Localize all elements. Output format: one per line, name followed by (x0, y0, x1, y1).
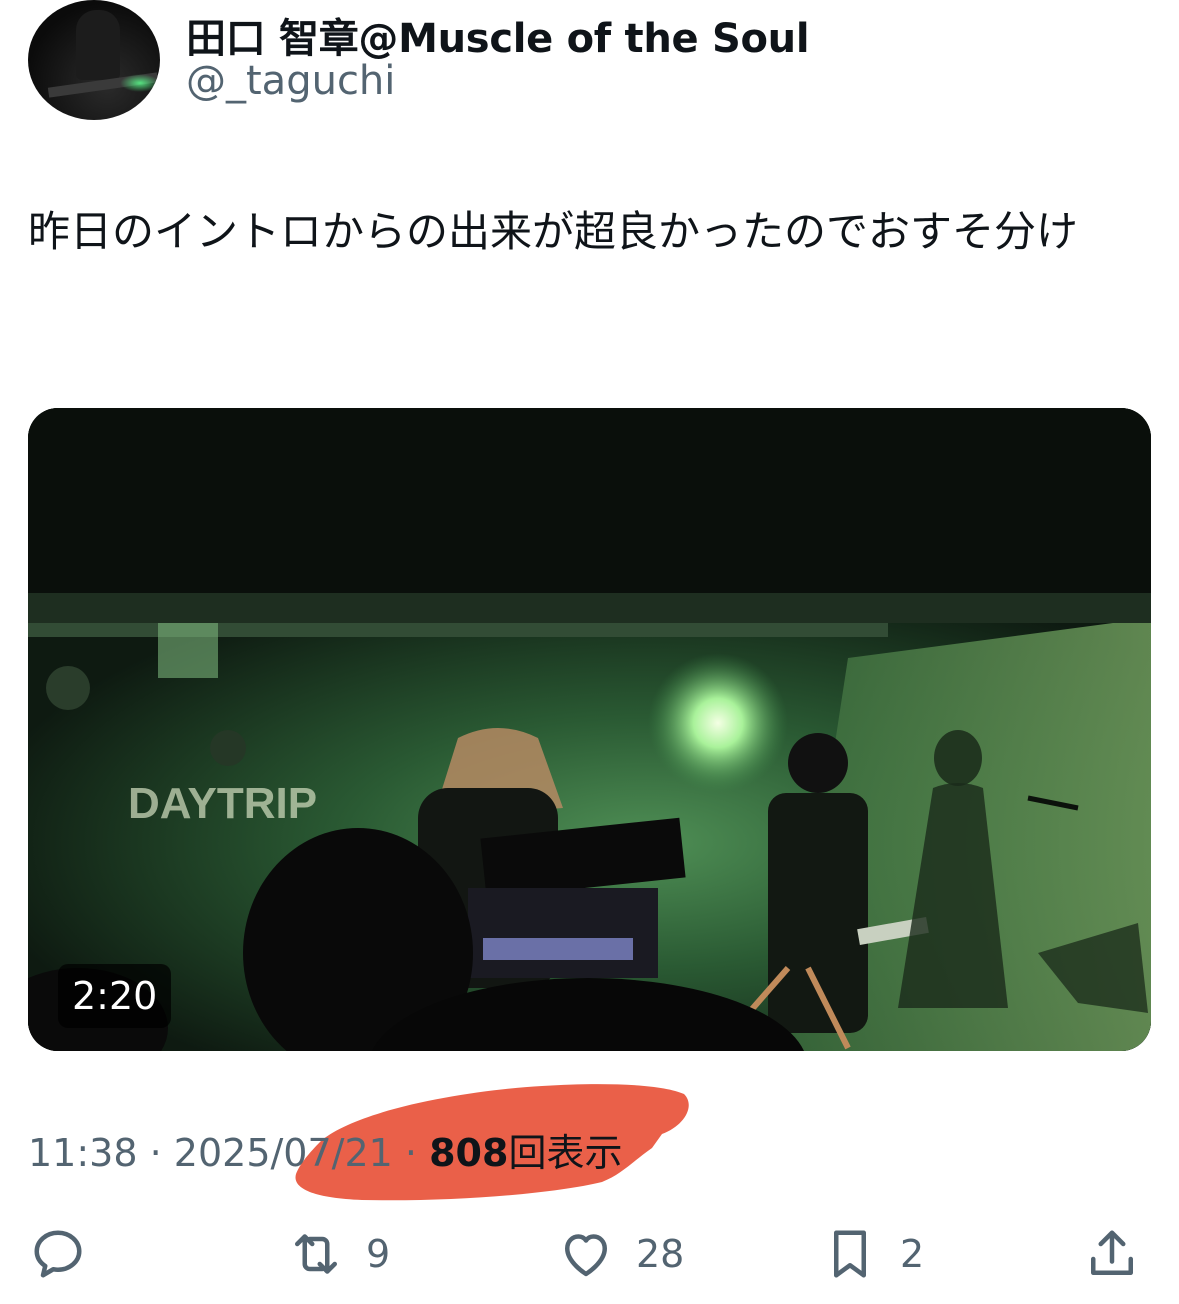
venue-sign: DAYTRIP (128, 779, 317, 828)
bookmark-button[interactable]: 2 (820, 1224, 924, 1284)
action-bar: 9 28 2 (0, 1210, 1179, 1300)
like-count: 28 (636, 1232, 685, 1276)
like-button[interactable]: 28 (556, 1224, 684, 1284)
tweet-meta: 11:38 · 2025/07/21 · 808回表示 (28, 1122, 622, 1177)
tweet-time: 11:38 (28, 1131, 138, 1175)
reply-button[interactable] (28, 1224, 88, 1284)
bookmark-count: 2 (900, 1232, 925, 1276)
retweet-button[interactable]: 9 (286, 1224, 390, 1284)
views-count[interactable]: 808 (429, 1131, 508, 1175)
tweet-text: 昨日のイントロからの出来が超良かったのでおすそ分け (28, 207, 1079, 256)
tweet-date: 2025/07/21 (173, 1131, 393, 1175)
meta-separator: · (404, 1131, 418, 1175)
reply-icon (34, 1230, 82, 1278)
share-button[interactable] (1082, 1224, 1142, 1284)
video-duration-badge: 2:20 (58, 964, 172, 1028)
meta-separator: · (149, 1131, 162, 1175)
retweet-count: 9 (366, 1232, 391, 1276)
video-player[interactable]: DAYTRIP 2:20 (28, 408, 1151, 1051)
tweet-detail: 田口 智章@Muscle of the Soul @_taguchi 昨日のイン… (0, 0, 1179, 1304)
author-display-name[interactable]: 田口 智章@Muscle of the Soul (186, 6, 810, 64)
avatar-figure (76, 10, 120, 80)
author-handle[interactable]: @_taguchi (186, 58, 395, 104)
retweet-icon (295, 1234, 337, 1274)
share-icon (1091, 1230, 1133, 1275)
views-label: 回表示 (508, 1131, 623, 1175)
bookmark-icon (834, 1230, 866, 1278)
avatar[interactable] (28, 0, 160, 120)
video-thumbnail: DAYTRIP (28, 408, 1151, 1051)
avatar-light (120, 74, 160, 92)
heart-icon (565, 1234, 607, 1277)
